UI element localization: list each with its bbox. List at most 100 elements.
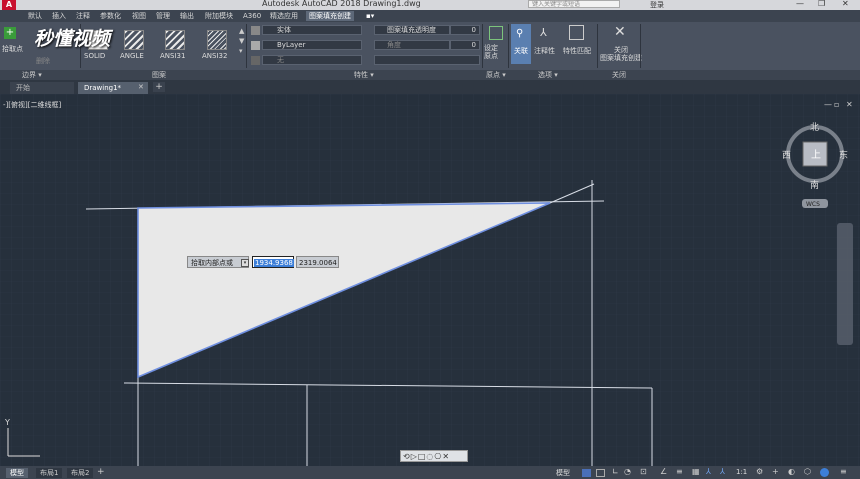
file-tab-start[interactable]: 开始 [10,82,74,94]
sign-in-link[interactable]: 登录 [650,0,664,10]
remove-boundary-button[interactable]: 删除 [36,56,50,66]
close-hatch-creation-button[interactable]: 关闭 图案填充创建 [600,46,642,62]
pattern-gallery-scroll-icon[interactable]: ▲ ▼ ▾ [239,26,244,56]
panel-close-label: 关闭 [612,71,626,79]
associative-icon: ⚲ [516,28,524,39]
viewport-maximize-icon[interactable]: ▫ [834,100,839,109]
ucs-y-label: Y [4,418,10,427]
viewport-controls-label[interactable]: -][俯视][二维线框] [3,100,61,110]
pick-points-icon[interactable]: + [4,27,16,39]
viewport-minimize-icon[interactable]: — [824,100,832,109]
match-properties-button[interactable]: 特性匹配 [563,46,591,56]
grid-background [0,94,860,466]
tab-output[interactable]: 输出 [180,11,194,21]
workspace-gear-icon[interactable]: ⚙ [756,467,763,476]
layout-tab-model[interactable]: 模型 [6,468,28,478]
play-icon[interactable]: ▷ [411,452,418,461]
close-tab-icon[interactable]: ✕ [138,83,144,91]
annotative-button[interactable]: 注释性 [534,46,555,56]
pattern-ansi31-label: ANSI31 [160,52,186,60]
tab-view[interactable]: 视图 [132,11,146,21]
pattern-ansi31-icon[interactable] [165,30,185,50]
background-color-dropdown[interactable]: 无 [262,55,362,65]
tab-hatch-creation[interactable]: 图案填充创建 [306,11,354,21]
compass-east[interactable]: 东 [839,149,848,161]
floating-navigation-toolbar[interactable]: ⟲▷□◌⎔✕ [400,450,468,462]
hatch-type-dropdown[interactable]: 实体 [262,25,362,35]
lineweight-icon[interactable]: ≡ [676,467,683,476]
panel-properties-label[interactable]: 特性 ▾ [354,70,374,80]
panel-options-label[interactable]: 选项 ▾ [538,70,558,80]
transparency-icon[interactable]: ▦ [692,467,700,476]
close-toolbar-icon[interactable]: ✕ [442,452,450,461]
compass-north[interactable]: 北 [810,122,819,133]
panel-origin-label[interactable]: 原点 ▾ [486,70,506,80]
otrack-icon[interactable]: ∠ [660,467,667,476]
scale-input[interactable] [374,55,480,65]
layout-tab-1[interactable]: 布局1 [36,468,63,478]
hatch-color-dropdown[interactable]: ByLayer [262,40,362,50]
associative-button[interactable]: 关联 [514,46,528,56]
dynamic-input-x[interactable]: 1934.9368 [252,256,294,268]
status-bar: 模型 布局1 布局2 + 模型 ∟ ◔ ⊡ ∠ ≡ ▦ ⅄ ⅄ 1:1 ⚙ + … [0,466,860,479]
compass-south[interactable]: 南 [810,179,819,191]
annotation-scale[interactable]: 1:1 [736,468,747,476]
grid-toggle-icon[interactable] [582,469,591,477]
search-input[interactable]: 键入关键字或短语 [528,0,620,8]
match-properties-icon [569,25,584,40]
ortho-icon[interactable]: ∟ [612,467,619,476]
new-tab-button[interactable]: + [153,82,165,92]
polar-icon[interactable]: ◔ [624,467,631,476]
clean-screen-icon[interactable] [820,468,829,477]
set-origin-button[interactable]: 设定 原点 [484,44,498,60]
pattern-solid-label: SOLID [84,52,106,60]
set-origin-icon[interactable] [489,26,503,40]
osnap-icon[interactable]: ⊡ [640,467,647,476]
pattern-ansi32-label: ANSI32 [202,52,228,60]
tab-default[interactable]: 默认 [28,11,42,21]
auto-scale-icon[interactable]: ⅄ [720,467,725,476]
close-window-button[interactable]: ✕ [842,0,849,8]
add-layout-button[interactable]: + [97,467,105,477]
app-logo-icon[interactable]: A [2,0,16,10]
background-color-icon [251,56,260,65]
ribbon-tab-bar: 默认 插入 注释 参数化 视图 管理 输出 附加模块 A360 精选应用 图案填… [0,10,860,22]
plus-icon[interactable]: + [772,467,779,476]
restore-button[interactable]: ❐ [818,0,825,8]
ribbon-panel: + 拾取点 删除 SOLID ANGLE ANSI31 ANSI32 ▲ ▼ ▾ 实… [0,22,860,70]
isolate-icon[interactable]: ◐ [788,467,795,476]
panel-boundary-label[interactable]: 边界 ▾ [22,70,42,80]
layout-tab-2[interactable]: 布局2 [67,468,94,478]
file-tab-bar: 开始 Drawing1* ✕ + [0,80,860,94]
hardware-accel-icon[interactable]: ⬡ [804,467,811,476]
viewport-close-icon[interactable]: ✕ [846,100,853,109]
pick-points-button[interactable]: 拾取点 [2,44,23,54]
tab-parametric[interactable]: 参数化 [100,11,121,21]
customization-menu-icon[interactable]: ≡ [840,467,847,476]
dynamic-input-arrow-icon[interactable]: ▾ [241,259,249,267]
snap-toggle-icon[interactable] [596,469,605,477]
annotation-visibility-icon[interactable]: ⅄ [706,467,711,476]
dynamic-input-y[interactable]: 2319.0064 [296,256,339,268]
dynamic-input-prompt: 拾取内部点或 [187,256,249,268]
compass-west[interactable]: 西 [782,150,791,161]
pan-icon[interactable]: ⟲ [403,452,411,461]
tab-addins[interactable]: 附加模块 [205,11,233,21]
tab-insert[interactable]: 插入 [52,11,66,21]
minimize-button[interactable]: — [796,0,804,8]
pattern-angle-icon[interactable] [124,30,144,50]
ribbon-separator [597,24,598,68]
tab-a360[interactable]: A360 [243,11,261,21]
tab-overflow-icon[interactable]: ▪▾ [366,11,374,21]
tab-manage[interactable]: 管理 [156,11,170,21]
tab-annotate[interactable]: 注释 [76,11,90,21]
tab-featured-apps[interactable]: 精选应用 [270,11,298,21]
wcs-label: WCS [806,201,820,208]
angle-input[interactable]: 0 [450,40,480,50]
transparency-input[interactable]: 0 [450,25,480,35]
color-icon [251,41,260,50]
navigation-bar[interactable] [837,223,853,345]
pattern-ansi32-icon[interactable] [207,30,227,50]
model-space-button[interactable]: 模型 [556,468,570,478]
drawing-viewport[interactable]: Y 上 北 南 东 西 WCS — ▫ ✕ [0,94,860,466]
